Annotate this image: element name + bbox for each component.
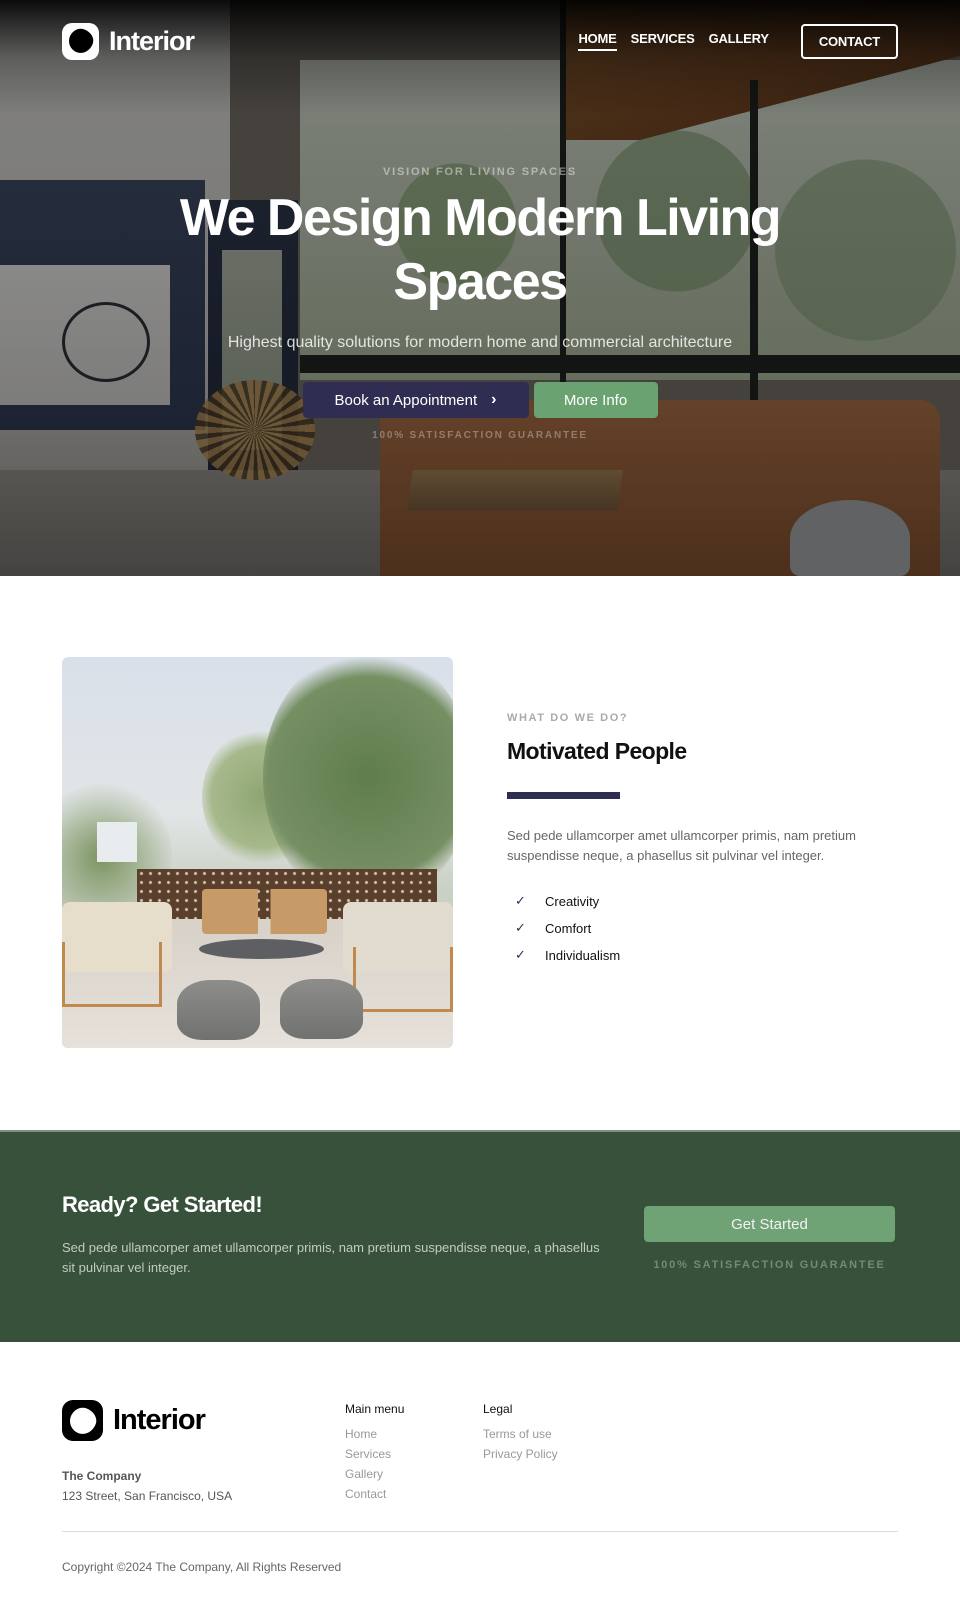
footer-column-title: Main menu	[345, 1402, 405, 1416]
feature-title: Motivated People	[507, 738, 687, 764]
book-appointment-button[interactable]: Book an Appointment ›	[302, 382, 529, 418]
footer-legal-menu: Legal Terms of use Privacy Policy	[483, 1402, 558, 1464]
checklist-label: Creativity	[545, 894, 600, 909]
brand-name: Interior	[109, 25, 195, 56]
chevron-right-icon: ›	[491, 391, 497, 408]
footer-link-home[interactable]: Home	[345, 1424, 404, 1444]
blob-logo-icon	[62, 22, 99, 60]
terrace-image	[62, 657, 453, 1048]
hero-title: We Design Modern Living Spaces	[179, 189, 782, 311]
hero-guarantee-text: 100% SATISFACTION GUARANTEE	[372, 430, 588, 441]
footer-brand-logo[interactable]: Interior	[62, 1400, 206, 1441]
list-item: ✓ Creativity	[507, 888, 887, 915]
footer-link-contact[interactable]: Contact	[345, 1484, 404, 1504]
footer-link-terms[interactable]: Terms of use	[483, 1424, 558, 1444]
check-icon: ✓	[515, 894, 526, 909]
footer-link-services[interactable]: Services	[345, 1444, 404, 1464]
feature-text-block: WHAT DO WE DO? Motivated People Sed pede…	[507, 712, 887, 969]
hero-content: VISION FOR LIVING SPACES We Design Moder…	[0, 166, 960, 441]
accent-divider	[507, 792, 620, 799]
footer-main-menu: Main menu Home Services Gallery Contact	[345, 1402, 404, 1504]
footer-column-title: Legal	[483, 1402, 513, 1416]
feature-section: WHAT DO WE DO? Motivated People Sed pede…	[0, 576, 960, 1130]
contact-button[interactable]: CONTACT	[800, 23, 898, 59]
nav-link-services[interactable]: SERVICES	[631, 31, 695, 51]
feature-eyebrow: WHAT DO WE DO?	[507, 712, 629, 724]
hero-subtitle: Highest quality solutions for modern hom…	[227, 334, 733, 351]
footer-brand-name: Interior	[113, 1404, 206, 1436]
brand-logo[interactable]: Interior	[62, 22, 195, 60]
book-appointment-label: Book an Appointment	[334, 391, 478, 409]
nav-link-home[interactable]: HOME	[578, 31, 617, 51]
cta-title: Ready? Get Started!	[62, 1192, 263, 1217]
feature-checklist: ✓ Creativity ✓ Comfort ✓ Individualism	[507, 888, 887, 969]
list-item: ✓ Comfort	[507, 915, 887, 942]
footer-divider	[62, 1531, 898, 1532]
hero-eyebrow: VISION FOR LIVING SPACES	[383, 166, 577, 178]
feature-description: Sed pede ullamcorper amet ullamcorper pr…	[507, 828, 856, 863]
hero-section: Interior HOME SERVICES GALLERY CONTACT V…	[0, 0, 960, 576]
top-navigation: Interior HOME SERVICES GALLERY CONTACT	[62, 22, 898, 60]
footer: Interior The Company 123 Street, San Fra…	[0, 1342, 960, 1613]
blob-logo-icon	[62, 1400, 103, 1441]
cta-guarantee-text: 100% SATISFACTION GUARANTEE	[653, 1259, 886, 1271]
footer-link-privacy[interactable]: Privacy Policy	[483, 1444, 558, 1464]
more-info-button[interactable]: More Info	[533, 382, 658, 418]
cta-description: Sed pede ullamcorper amet ullamcorper pr…	[62, 1240, 600, 1275]
nav-link-gallery[interactable]: GALLERY	[709, 31, 769, 51]
get-started-button[interactable]: Get Started	[644, 1206, 895, 1242]
check-icon: ✓	[515, 948, 526, 963]
list-item: ✓ Individualism	[507, 942, 887, 969]
copyright-text: Copyright ©2024 The Company, All Rights …	[62, 1560, 342, 1574]
footer-link-gallery[interactable]: Gallery	[345, 1464, 404, 1484]
cta-section: Ready? Get Started! Sed pede ullamcorper…	[0, 1130, 960, 1342]
checklist-label: Individualism	[545, 948, 621, 963]
check-icon: ✓	[515, 921, 526, 936]
company-name: The Company	[62, 1469, 142, 1483]
company-address: 123 Street, San Francisco, USA	[62, 1489, 233, 1503]
checklist-label: Comfort	[545, 921, 592, 936]
